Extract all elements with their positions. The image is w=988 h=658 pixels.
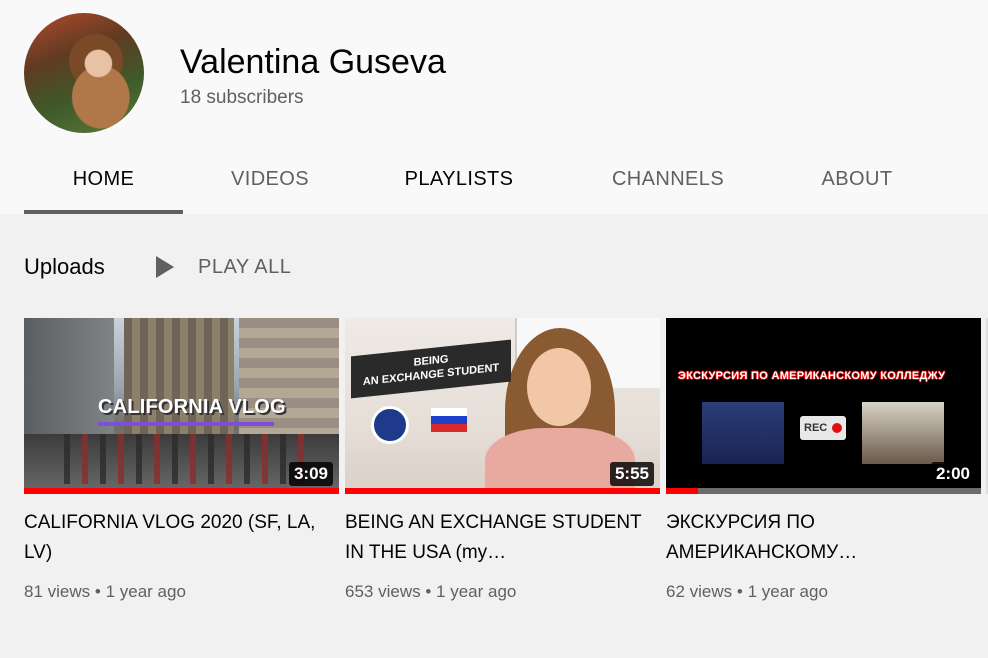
uploads-heading[interactable]: Uploads <box>24 252 105 282</box>
watch-progress-bar <box>345 488 660 494</box>
upload-age: 1 year ago <box>747 582 828 601</box>
video-meta: 81 views • 1 year ago <box>24 582 339 602</box>
channel-avatar[interactable] <box>24 13 144 133</box>
watch-progress-bar <box>666 488 981 494</box>
meta-separator: • <box>425 582 437 601</box>
video-card[interactable]: CALIFORNIA VLOG 3:09 CALIFORNIA VLOG 202… <box>24 318 339 602</box>
tab-about[interactable]: ABOUT <box>792 148 922 214</box>
upload-age: 1 year ago <box>105 582 186 601</box>
upload-age: 1 year ago <box>436 582 517 601</box>
play-icon <box>156 256 174 278</box>
video-title[interactable]: BEING AN EXCHANGE STUDENT IN THE USA (my… <box>345 508 645 568</box>
us-flag-icon <box>371 406 409 444</box>
thumbnail-photo <box>702 402 784 464</box>
meta-separator: • <box>736 582 748 601</box>
video-thumbnail[interactable]: CALIFORNIA VLOG 3:09 <box>24 318 339 494</box>
video-title[interactable]: ЭКСКУРСИЯ ПО АМЕРИКАНСКОМУ… <box>666 508 966 568</box>
play-all-button[interactable]: PLAY ALL <box>154 252 291 282</box>
watch-progress-bar <box>24 488 339 494</box>
video-title[interactable]: CALIFORNIA VLOG 2020 (SF, LA, LV) <box>24 508 324 568</box>
meta-separator: • <box>94 582 106 601</box>
duration-badge: 5:55 <box>609 462 654 486</box>
video-card[interactable]: ЭКСКУРСИЯ ПО АМЕРИКАНСКОМУ КОЛЛЕДЖУ REC … <box>666 318 981 602</box>
tab-videos[interactable]: VIDEOS <box>190 148 350 214</box>
duration-badge: 3:09 <box>288 462 333 486</box>
channel-header: Valentina Guseva 18 subscribers HOME VID… <box>0 0 988 214</box>
play-all-label: PLAY ALL <box>198 255 292 278</box>
tab-home[interactable]: HOME <box>24 148 183 214</box>
subscriber-count: 18 subscribers <box>180 87 304 108</box>
view-count: 653 views <box>345 582 421 601</box>
view-count: 62 views <box>666 582 733 601</box>
video-card[interactable]: BEING AN EXCHANGE STUDENT 5:55 BEING AN … <box>345 318 660 602</box>
tab-playlists[interactable]: PLAYLISTS <box>378 148 540 214</box>
duration-badge: 2:00 <box>930 462 975 486</box>
video-meta: 62 views • 1 year ago <box>666 582 981 602</box>
video-thumbnail[interactable]: BEING AN EXCHANGE STUDENT 5:55 <box>345 318 660 494</box>
thumbnail-text: ЭКСКУРСИЯ ПО АМЕРИКАНСКОМУ КОЛЛЕДЖУ <box>678 370 946 382</box>
tab-channels[interactable]: CHANNELS <box>590 148 746 214</box>
thumbnail-text: BEING AN EXCHANGE STUDENT <box>351 339 511 399</box>
channel-name: Valentina Guseva <box>180 43 446 81</box>
thumbnail-photo <box>862 402 944 464</box>
russia-flag-icon <box>431 408 467 432</box>
video-meta: 653 views • 1 year ago <box>345 582 660 602</box>
view-count: 81 views <box>24 582 91 601</box>
thumbnail-text: CALIFORNIA VLOG <box>98 396 286 418</box>
video-thumbnail[interactable]: ЭКСКУРСИЯ ПО АМЕРИКАНСКОМУ КОЛЛЕДЖУ REC … <box>666 318 981 494</box>
rec-icon: REC <box>800 416 846 440</box>
